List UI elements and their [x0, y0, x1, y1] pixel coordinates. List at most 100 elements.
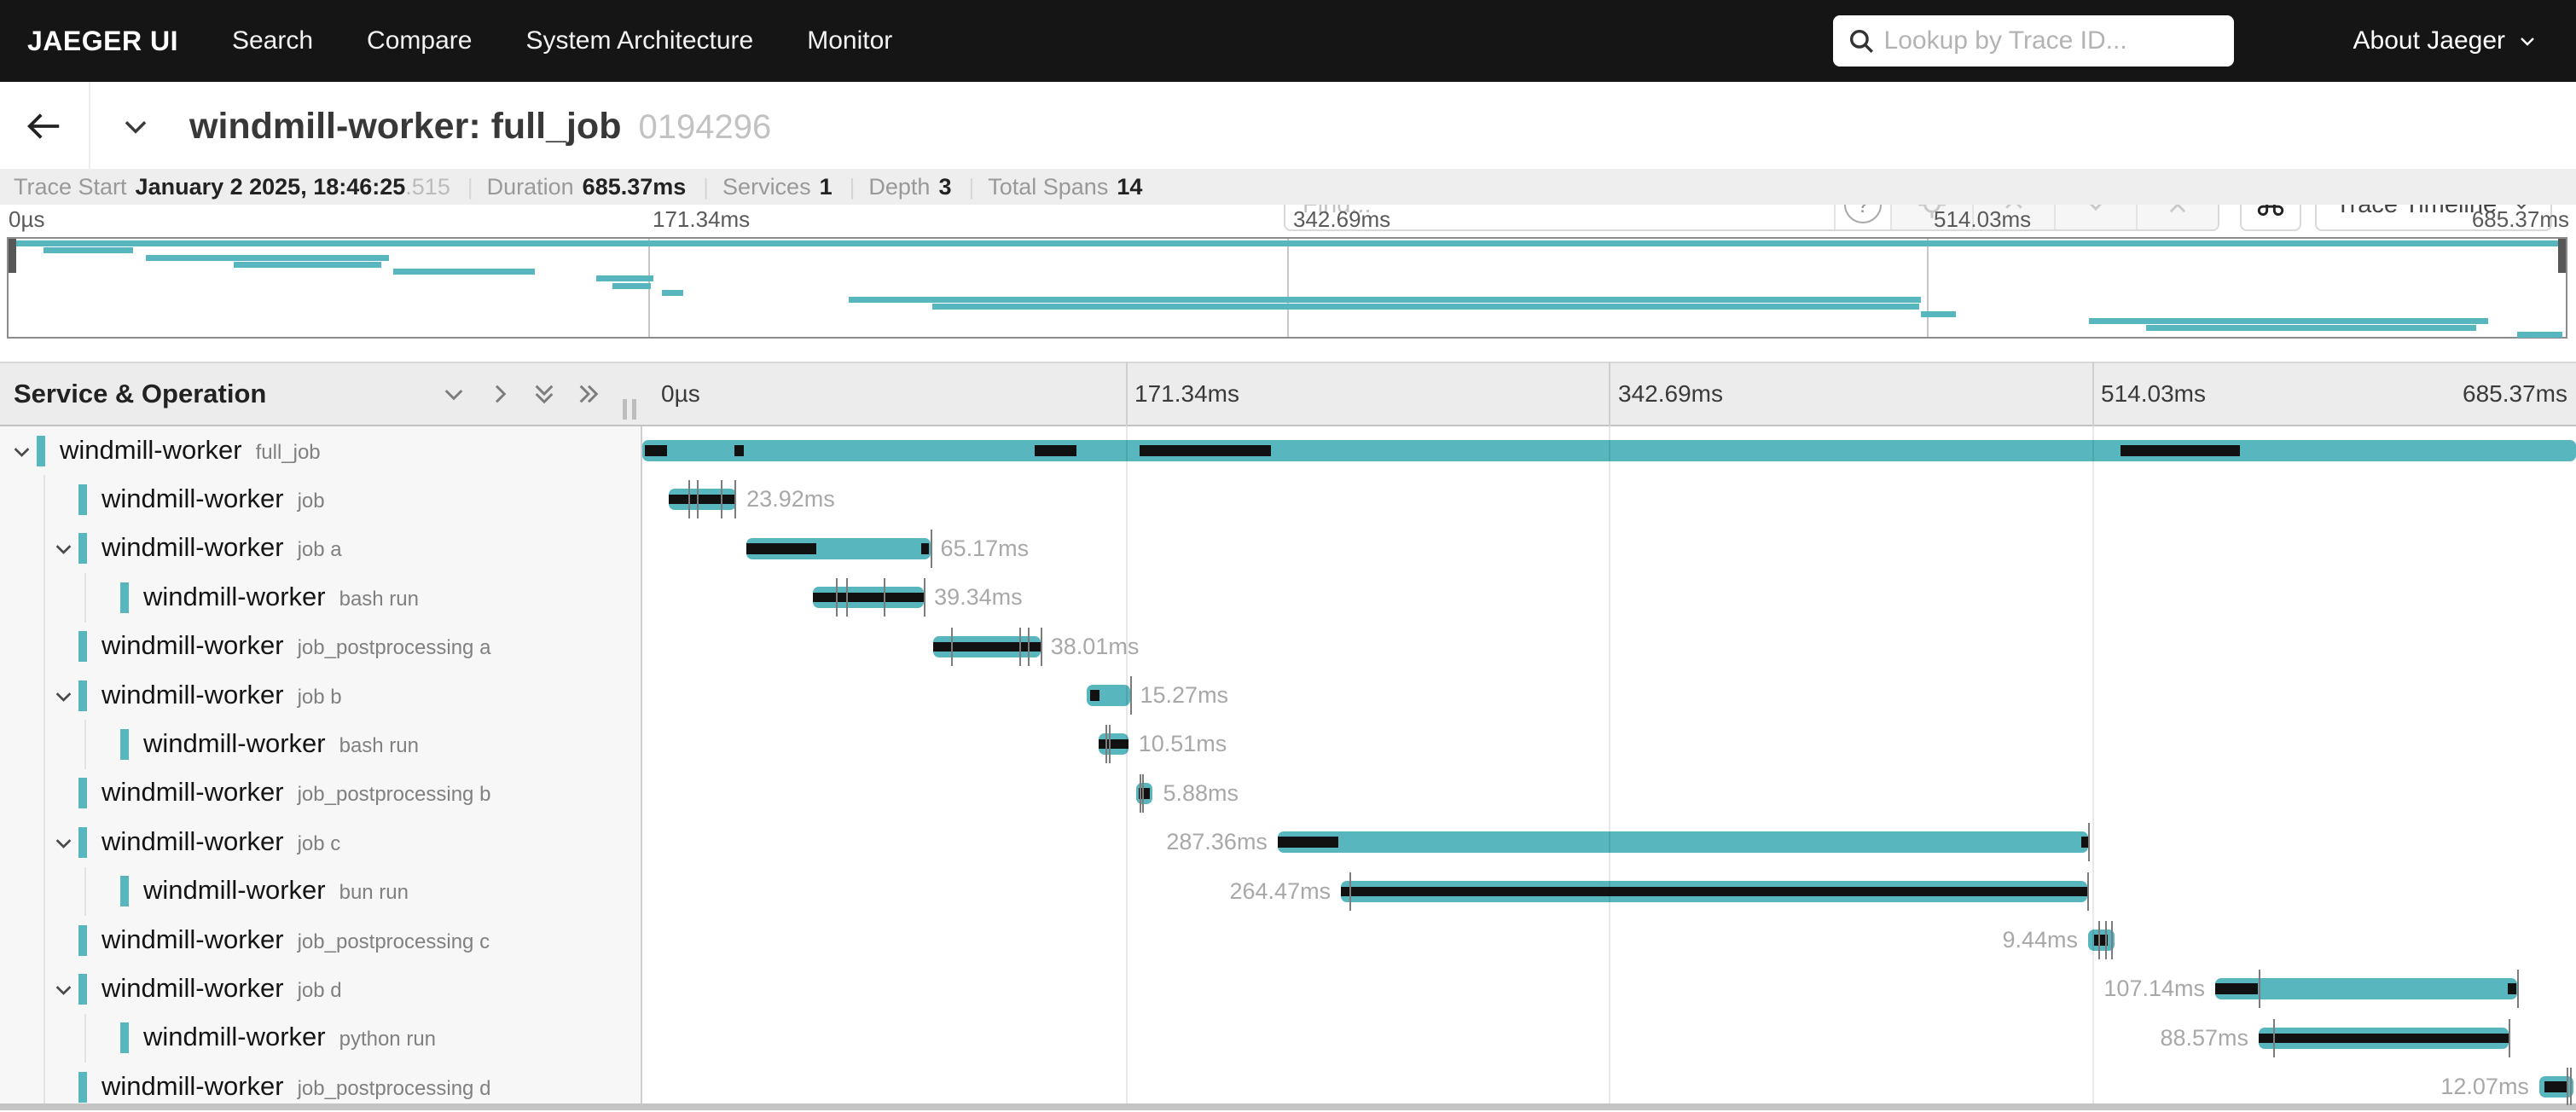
span-row[interactable]: windmill-workerjob d107.14ms	[0, 964, 2576, 1013]
row-chevron-down-icon[interactable]	[52, 537, 75, 560]
about-jaeger-menu[interactable]: About Jaeger	[2353, 26, 2538, 55]
trace-collapse-toggle[interactable]	[119, 82, 152, 171]
span-name-cell[interactable]: windmill-workerbun run	[0, 867, 642, 916]
expand-all-button[interactable]	[575, 380, 602, 408]
span-name-cell[interactable]: windmill-workerjob b	[0, 671, 642, 720]
span-row[interactable]: windmill-workerbun run 264.47ms	[0, 867, 2576, 916]
span-timeline-cell[interactable]: 12.07ms	[642, 1063, 2576, 1105]
span-timeline-cell[interactable]: 65.17ms	[642, 524, 2576, 573]
span-timeline-cell[interactable]: 264.47ms	[642, 867, 2576, 916]
span-bar[interactable]	[2215, 978, 2517, 999]
span-bar[interactable]	[669, 489, 736, 510]
span-row[interactable]: windmill-workerjob_postprocessing b 5.88m…	[0, 769, 2576, 818]
span-bar[interactable]	[1341, 881, 2087, 902]
column-resize-grip[interactable]	[623, 399, 636, 420]
span-row[interactable]: windmill-workerjob_postprocessing d12.07…	[0, 1063, 2576, 1105]
span-self-time-segment	[2544, 1081, 2568, 1092]
span-timeline-cell[interactable]: 39.34ms	[642, 573, 2576, 622]
span-bar[interactable]	[2259, 1028, 2509, 1049]
span-row[interactable]: windmill-workerjob_postprocessing a38.01…	[0, 623, 2576, 671]
span-row[interactable]: windmill-workerbash run10.51ms	[0, 720, 2576, 768]
span-name-cell[interactable]: windmill-workerbash run	[0, 720, 642, 768]
minimap-span-bar	[9, 240, 2566, 246]
minimap-span-bar	[2146, 325, 2476, 331]
span-bar[interactable]	[933, 636, 1041, 657]
span-row[interactable]: windmill-workerjob b15.27ms	[0, 671, 2576, 720]
nav-item-search[interactable]: Search	[232, 26, 313, 55]
span-bar[interactable]	[1099, 733, 1128, 755]
row-chevron-down-icon[interactable]	[52, 831, 75, 854]
span-duration-label: 5.88ms	[1163, 769, 1239, 818]
minimap-right-scrubber[interactable]	[2558, 239, 2566, 273]
span-row[interactable]: windmill-workerjob a65.17ms	[0, 524, 2576, 573]
span-timeline-cell[interactable]: 38.01ms	[642, 623, 2576, 671]
span-name-cell[interactable]: windmill-workerjob_postprocessing b	[0, 769, 642, 818]
span-name-cell[interactable]: windmill-workerjob a	[0, 524, 642, 573]
tree-guide-line	[44, 769, 45, 818]
span-timeline-cell[interactable]	[642, 426, 2576, 475]
tree-guide-line	[44, 818, 45, 866]
horizontal-scrollbar[interactable]	[0, 1103, 2576, 1110]
span-name-cell[interactable]: windmill-workerjob_postprocessing a	[0, 623, 642, 671]
jaeger-logo[interactable]: JAEGER UI	[27, 26, 178, 57]
span-name-cell[interactable]: windmill-workerpython run	[0, 1014, 642, 1063]
collapse-all-button[interactable]	[531, 380, 558, 408]
minimap-span-bar	[612, 283, 652, 289]
span-self-time-segment	[1278, 837, 1338, 848]
span-name-cell[interactable]: windmill-workerjob_postprocessing d	[0, 1063, 642, 1105]
trace-info-bar: Trace Start January 2 2025, 18:46:25.515…	[0, 169, 2576, 205]
minimap-span-bar	[393, 269, 535, 275]
span-bar[interactable]	[813, 587, 924, 608]
span-duration-label: 23.92ms	[746, 475, 835, 524]
service-color-block	[78, 974, 87, 1005]
span-timeline-cell[interactable]: 88.57ms	[642, 1014, 2576, 1063]
nav-item-compare[interactable]: Compare	[367, 26, 472, 55]
minimap-left-scrubber[interactable]	[9, 239, 16, 273]
trace-lookup-input[interactable]	[1883, 26, 2234, 56]
expand-one-button[interactable]	[486, 380, 513, 408]
top-nav: JAEGER UI Search Compare System Architec…	[0, 0, 2576, 82]
span-name-cell[interactable]: windmill-workerjob c	[0, 818, 642, 866]
nav-item-monitor[interactable]: Monitor	[807, 26, 892, 55]
back-button[interactable]	[0, 82, 90, 171]
log-marker-tick	[1028, 628, 1030, 666]
span-name-cell[interactable]: windmill-workerjob	[0, 475, 642, 524]
span-timeline-cell[interactable]: 23.92ms	[642, 475, 2576, 524]
nav-item-system-architecture[interactable]: System Architecture	[525, 26, 753, 55]
span-name-cell[interactable]: windmill-workerjob d	[0, 964, 642, 1013]
collapse-one-button[interactable]	[440, 380, 467, 408]
span-duration-label: 264.47ms	[1230, 867, 1332, 916]
depth-value: 3	[938, 174, 951, 200]
span-bar[interactable]	[1278, 831, 2089, 853]
log-marker-tick	[2517, 970, 2519, 1008]
span-name-cell[interactable]: windmill-workerbash run	[0, 573, 642, 622]
span-bar[interactable]	[1087, 685, 1130, 706]
span-row[interactable]: windmill-workerfull_job	[0, 426, 2576, 475]
span-row[interactable]: windmill-workerjob_postprocessing c9.44m…	[0, 916, 2576, 964]
span-timeline-cell[interactable]: 107.14ms	[642, 964, 2576, 1013]
span-bar[interactable]	[642, 440, 2576, 461]
span-row[interactable]: windmill-workerbash run39.34ms	[0, 573, 2576, 622]
minimap-span-bar	[1921, 311, 1956, 317]
service-color-block	[37, 436, 45, 466]
span-timeline-cell[interactable]: 9.44ms	[642, 916, 2576, 964]
timeline-minimap[interactable]	[7, 237, 2567, 339]
span-name-cell[interactable]: windmill-workerfull_job	[0, 426, 642, 475]
span-timeline-cell[interactable]: 5.88ms	[642, 769, 2576, 818]
ruler-tick: 342.69ms	[1618, 363, 1723, 425]
row-chevron-down-icon[interactable]	[52, 685, 75, 708]
span-row[interactable]: windmill-workerjob 23.92ms	[0, 475, 2576, 524]
log-marker-tick	[1109, 725, 1111, 763]
span-timeline-cell[interactable]: 10.51ms	[642, 720, 2576, 768]
span-row[interactable]: windmill-workerjob c287.36ms	[0, 818, 2576, 866]
span-bar[interactable]	[746, 538, 931, 559]
span-name-cell[interactable]: windmill-workerjob_postprocessing c	[0, 916, 642, 964]
span-timeline-cell[interactable]: 15.27ms	[642, 671, 2576, 720]
row-chevron-down-icon[interactable]	[10, 440, 33, 463]
span-bar[interactable]	[1136, 783, 1152, 804]
span-timeline-cell[interactable]: 287.36ms	[642, 818, 2576, 866]
span-self-time-segment	[1090, 690, 1099, 701]
service-color-block	[78, 925, 87, 956]
row-chevron-down-icon[interactable]	[52, 978, 75, 1001]
span-row[interactable]: windmill-workerpython run88.57ms	[0, 1014, 2576, 1063]
